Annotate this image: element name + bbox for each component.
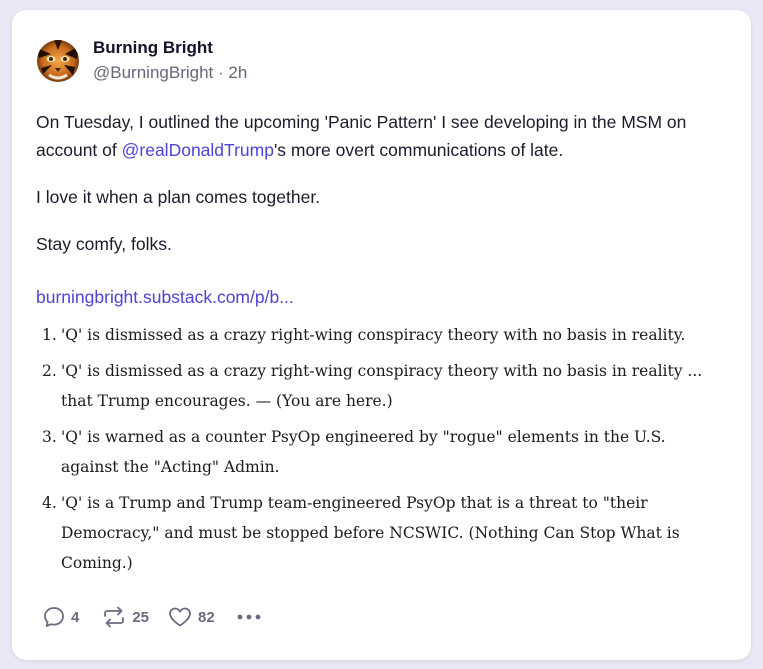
list-item: 1. 'Q' is dismissed as a crazy right-wing…	[36, 320, 726, 350]
list-number: 4.	[42, 494, 57, 512]
avatar[interactable]	[37, 40, 79, 82]
post-actions: 4 25 82	[42, 603, 263, 631]
list-item-text: 'Q' is dismissed as a crazy right-wing c…	[61, 362, 703, 410]
author-name[interactable]: Burning Bright	[93, 38, 213, 58]
post-body: On Tuesday, I outlined the upcoming 'Pan…	[36, 108, 726, 258]
post-card: Burning Bright @BurningBright · 2h On Tu…	[12, 10, 751, 660]
post-paragraph-2: I love it when a plan comes together.	[36, 187, 321, 207]
repost-count: 25	[132, 608, 150, 626]
like-count: 82	[198, 608, 215, 626]
post-paragraph-1: On Tuesday, I outlined the upcoming 'Pan…	[36, 108, 726, 164]
repost-button[interactable]: 25	[101, 605, 149, 629]
mention-link[interactable]: @realDonaldTrump	[122, 140, 274, 160]
substack-link[interactable]: burningbright.substack.com/p/b...	[36, 283, 294, 311]
reply-count: 4	[71, 608, 80, 626]
post-time[interactable]: 2h	[228, 63, 247, 82]
list-number: 2.	[42, 362, 57, 380]
tiger-avatar-icon	[37, 40, 79, 82]
more-button[interactable]	[235, 605, 263, 629]
repost-arrows-icon	[104, 606, 125, 628]
list-number: 1.	[42, 326, 57, 344]
numbered-list-image: 1. 'Q' is dismissed as a crazy right-wing…	[36, 320, 726, 584]
list-item: 2. 'Q' is dismissed as a crazy right-wing…	[36, 356, 726, 416]
list-item: 4. 'Q' is a Trump and Trump team-engineer…	[36, 488, 726, 578]
author-meta: @BurningBright · 2h	[93, 63, 247, 83]
list-item-text: 'Q' is a Trump and Trump team-engineered…	[61, 494, 680, 572]
more-dots-icon	[237, 614, 261, 620]
like-button[interactable]: 82	[167, 605, 215, 629]
meta-separator: ·	[218, 63, 224, 82]
list-item: 3. 'Q' is warned as a counter PsyOp engin…	[36, 422, 726, 482]
list-item-text: 'Q' is warned as a counter PsyOp enginee…	[61, 428, 666, 476]
list-item-text: 'Q' is dismissed as a crazy right-wing c…	[61, 326, 686, 344]
post-paragraph-3: Stay comfy, folks.	[36, 234, 172, 254]
author-handle[interactable]: @BurningBright	[93, 63, 213, 82]
speech-bubble-icon	[44, 607, 64, 627]
reply-button[interactable]: 4	[42, 605, 79, 629]
list-number: 3.	[42, 428, 57, 446]
heart-icon	[169, 607, 191, 627]
paragraph-text: 's more overt communications of late.	[273, 140, 564, 160]
